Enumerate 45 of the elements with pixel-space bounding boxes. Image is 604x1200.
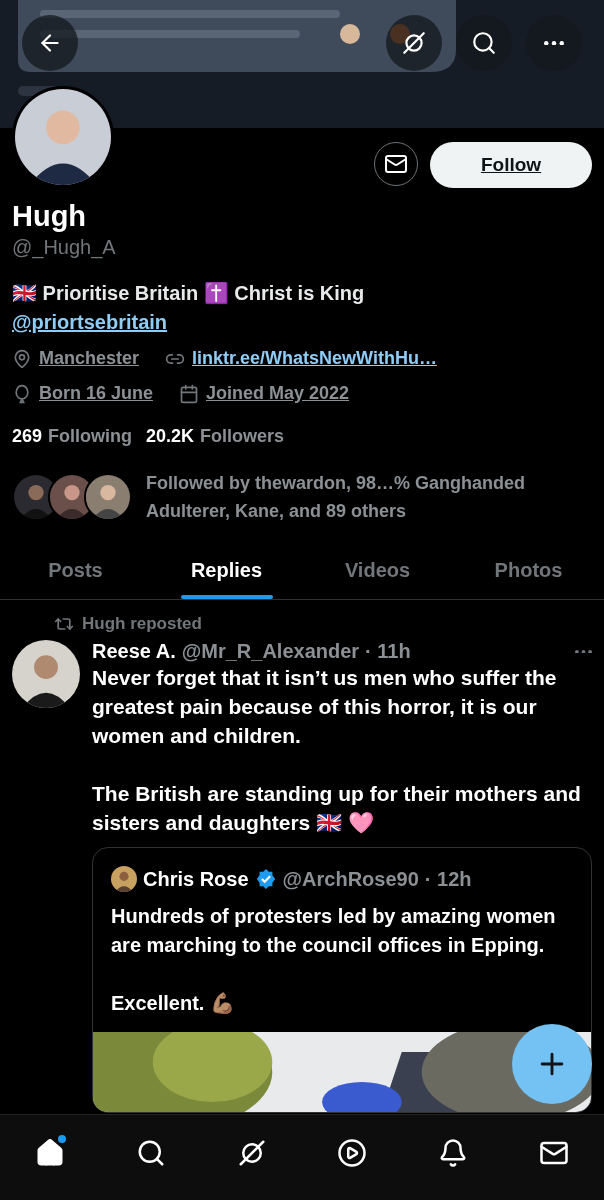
mention-link[interactable]: @priortsebritain [12, 311, 592, 334]
home-icon [35, 1138, 66, 1168]
more-icon [544, 40, 564, 46]
quoted-text: Hundreds of protesters led by amazing women are marching to the council offices in Epping. [111, 904, 557, 958]
website-link[interactable]: linktr.ee/WhatsNewWithHu… [192, 348, 437, 369]
author-handle: @Mr_R_Alexander [181, 640, 360, 663]
slashed-circle-icon [236, 1138, 267, 1168]
post-text: Never forget that it isn’t us men who suffer the greatest pain because of this horror, it is our women and children. [92, 665, 558, 749]
search-icon [471, 30, 497, 56]
post-text: The British are standing up for their mothers and sisters and daughters 🇬🇧 🩷 [92, 781, 582, 836]
author-handle: @ArchRose90 [282, 867, 419, 891]
profile-tab[interactable]: Replies [151, 545, 302, 599]
profile-tab[interactable]: Photos [453, 545, 604, 599]
repost-label: Hugh reposted [82, 614, 202, 634]
post-time: · 12h [424, 867, 472, 891]
post-time: · 11h [365, 640, 411, 663]
joined-text: Joined May 2022 [206, 383, 350, 404]
quoted-text: Excellent. 💪🏽 [111, 991, 236, 1016]
avatar [111, 866, 137, 892]
followed-by-text: Followed by thewardon, 98…% Ganghanded Adulterer, Kane, and 89 others [146, 472, 527, 523]
author-name: Reese A. [92, 640, 176, 663]
birthday-text: Born 16 June [39, 383, 154, 404]
profile-handle: @_Hugh_A [12, 236, 117, 259]
more-button[interactable] [575, 649, 592, 654]
profile-name: Hugh [12, 199, 88, 234]
notification-dot [58, 1135, 67, 1143]
slashed-circle-icon [401, 30, 427, 56]
follow-button[interactable]: Follow [430, 142, 592, 188]
following-link[interactable]: 269 Following [12, 426, 133, 447]
profile-bio: 🇬🇧 Prioritise Britain ✝ Christ is King [12, 281, 366, 305]
author-name: Chris Rose [143, 867, 249, 891]
profile-tab[interactable]: Videos [302, 545, 453, 599]
message-button[interactable] [374, 142, 418, 186]
profile-tab[interactable]: Posts [0, 545, 151, 599]
calendar-icon [179, 383, 200, 404]
more-icon [575, 649, 592, 654]
location-text: Manchester [39, 348, 140, 369]
location-pin-icon [12, 348, 32, 369]
followers-link[interactable]: 20.2K Followers [146, 426, 285, 447]
mail-icon [384, 152, 408, 176]
play-icon [337, 1138, 368, 1168]
verified-badge-icon [254, 868, 277, 890]
balloon-icon [12, 383, 32, 404]
avatar[interactable] [12, 86, 114, 188]
search-icon [136, 1138, 166, 1168]
